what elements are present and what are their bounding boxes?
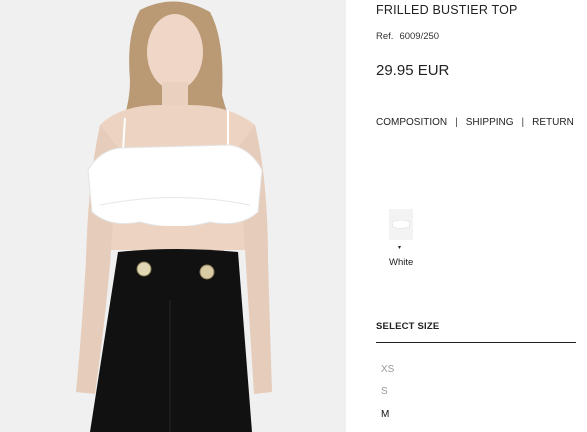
selected-color-indicator-icon: ▾ xyxy=(398,245,402,251)
product-info-panel: FRILLED BUSTIER TOP Ref. 6009/250 29.95 E… xyxy=(376,0,587,432)
product-price: 29.95 EUR xyxy=(376,62,450,79)
return-link[interactable]: RETURN xyxy=(532,117,574,128)
select-size-heading: SELECT SIZE xyxy=(376,321,440,332)
color-swatch-white[interactable] xyxy=(389,209,413,240)
reference-label: Ref. xyxy=(376,31,394,42)
link-separator: | xyxy=(521,117,525,128)
size-option-xs[interactable]: XS xyxy=(381,364,394,375)
info-links: COMPOSITION | SHIPPING | RETURN xyxy=(376,117,574,128)
product-title: FRILLED BUSTIER TOP xyxy=(376,3,518,17)
size-option-s[interactable]: S xyxy=(381,386,388,397)
product-reference: Ref. 6009/250 xyxy=(376,31,439,42)
product-image[interactable] xyxy=(0,0,346,432)
color-name: White xyxy=(389,257,414,268)
reference-value: 6009/250 xyxy=(399,31,440,42)
shipping-link[interactable]: SHIPPING xyxy=(466,117,514,128)
model-photo-illustration xyxy=(0,0,346,432)
composition-link[interactable]: COMPOSITION xyxy=(376,117,447,128)
size-option-m[interactable]: M xyxy=(381,409,389,420)
swatch-thumbnail xyxy=(389,209,413,240)
link-separator: | xyxy=(455,117,458,128)
size-divider xyxy=(376,342,576,343)
